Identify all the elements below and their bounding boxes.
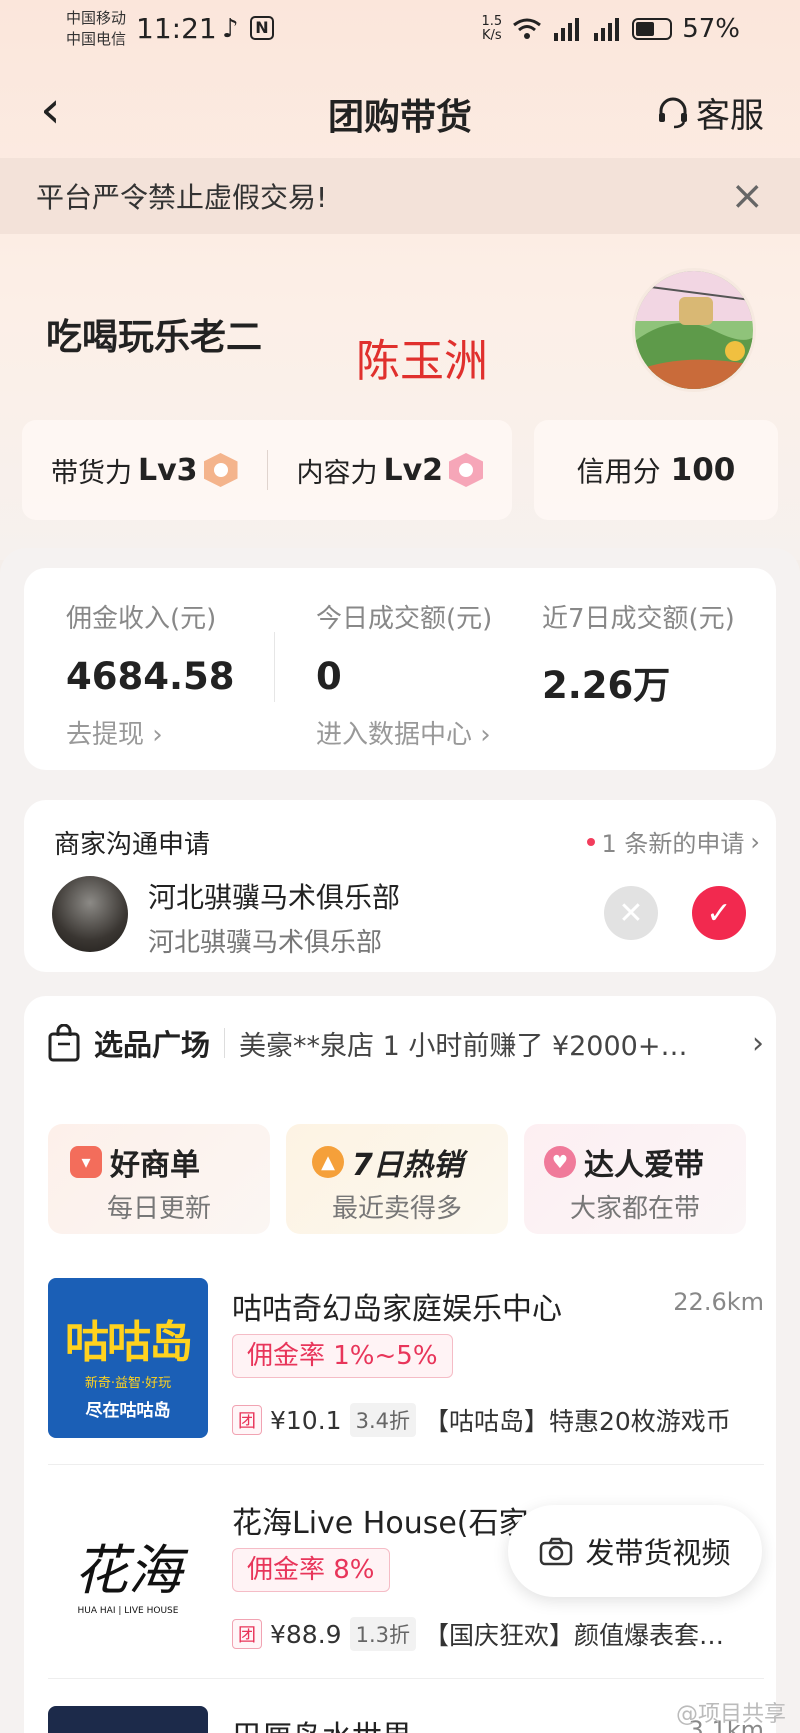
service-label: 客服 xyxy=(696,96,764,136)
divider xyxy=(48,1464,764,1465)
battery-percent: 57% xyxy=(682,14,740,44)
nfc-icon: N xyxy=(250,16,274,40)
product-deal: 团 ¥10.1 3.4折 【咕咕岛】特惠20枚游戏币 xyxy=(232,1402,731,1438)
withdraw-link[interactable]: 去提现 › xyxy=(66,714,235,751)
credit-label: 信用分 xyxy=(576,455,661,488)
notice-text: 平台严令禁止虚假交易! xyxy=(36,181,328,214)
deal-title: 【国庆狂欢】颜值爆表套… xyxy=(423,1621,724,1650)
earnings-ticker: 美豪**泉店 1 小时前赚了 ¥2000+… xyxy=(239,1030,688,1062)
commission-rate-badge: 佣金率 1%~5% xyxy=(232,1334,453,1378)
merchant-section-title: 商家沟通申请 xyxy=(54,830,211,860)
week-stat: 近7日成交额(元) 2.26万 xyxy=(542,604,735,707)
product-market-card: 选品广场 美豪**泉店 1 小时前赚了 ¥2000+… › ▾ 好商单 每日更新… xyxy=(24,996,776,1733)
market-header[interactable]: 选品广场 美豪**泉店 1 小时前赚了 ¥2000+… › xyxy=(48,1022,764,1064)
product-name: 咕咕奇幻岛家庭娱乐中心 xyxy=(232,1292,562,1327)
notice-bar: 平台严令禁止虚假交易! × xyxy=(0,158,800,234)
product-image: 咕咕岛 新奇·益智·好玩 尽在咕咕岛 xyxy=(48,1278,208,1438)
product-price: ¥10.1 xyxy=(270,1405,342,1435)
product-name: 巴厘岛水世界 xyxy=(232,1712,412,1733)
product-item[interactable]: 咕咕岛 新奇·益智·好玩 尽在咕咕岛 咕咕奇幻岛家庭娱乐中心 22.6km 佣金… xyxy=(48,1278,764,1448)
merchant-subtitle: 河北骐骥马术俱乐部 xyxy=(148,928,383,958)
chevron-right-icon: › xyxy=(750,827,760,856)
earnings-card: 佣金收入(元) 4684.58 去提现 › 今日成交额(元) 0 进入数据中心 … xyxy=(24,568,776,770)
shopping-bag-icon xyxy=(48,1024,80,1062)
tile-creator-favorites[interactable]: ♥ 达人爱带 大家都在带 xyxy=(524,1124,746,1234)
post-video-button[interactable]: 发带货视频 xyxy=(508,1505,762,1597)
credit-score-card[interactable]: 信用分 100 xyxy=(534,420,778,520)
overlay-name: 陈玉洲 xyxy=(356,336,488,387)
sales-level[interactable]: 带货力 Lv3 xyxy=(22,451,267,490)
tile-good-deals[interactable]: ▾ 好商单 每日更新 xyxy=(48,1124,270,1234)
product-distance: 22.6km xyxy=(673,1288,764,1316)
status-right: 1.5 K/s 57% xyxy=(482,14,740,44)
level-card: 带货力 Lv3 内容力 Lv2 xyxy=(22,420,512,520)
chevron-right-icon: › xyxy=(752,1025,764,1061)
tile-hot-sales[interactable]: ▲ 7日热销 最近卖得多 xyxy=(286,1124,508,1234)
headset-icon xyxy=(659,97,687,128)
net-speed: 1.5 K/s xyxy=(481,14,503,43)
discount-badge: 3.4折 xyxy=(349,1403,416,1437)
group-buy-tag: 团 xyxy=(232,1619,262,1649)
market-title: 选品广场 xyxy=(94,1028,211,1062)
product-deal: 团 ¥88.9 1.3折 【国庆狂欢】颜值爆表套… xyxy=(232,1616,724,1652)
merchant-name: 河北骐骥马术俱乐部 xyxy=(148,881,401,914)
check-icon: ✓ xyxy=(706,895,732,931)
merchant-avatar xyxy=(52,876,128,952)
flame-icon: ▲ xyxy=(312,1146,344,1178)
new-request-link[interactable]: 1 条新的申请 › xyxy=(587,824,760,859)
watermark: @项目共享 xyxy=(675,1702,786,1727)
carrier-info: 中国移动 中国电信 xyxy=(66,8,126,50)
credit-value: 100 xyxy=(670,452,736,488)
product-image: 花海 HUA HAI | LIVE HOUSE xyxy=(48,1492,208,1652)
commission-rate-badge: 佣金率 8% xyxy=(232,1548,390,1592)
post-video-label: 发带货视频 xyxy=(585,1536,731,1570)
content-badge-icon xyxy=(449,453,484,487)
discount-badge: 1.3折 xyxy=(349,1617,416,1651)
product-image xyxy=(48,1706,208,1733)
camera-icon xyxy=(540,1537,573,1566)
unread-dot xyxy=(587,837,596,846)
merchant-request-card: 商家沟通申请 1 条新的申请 › 河北骐骥马术俱乐部 河北骐骥马术俱乐部 ✕ ✓ xyxy=(24,800,776,972)
user-name: 吃喝玩乐老二 xyxy=(46,317,263,358)
product-price: ¥88.9 xyxy=(270,1619,342,1649)
close-icon[interactable]: × xyxy=(730,172,764,220)
deal-title: 【咕咕岛】特惠20枚游戏币 xyxy=(423,1407,731,1436)
product-item[interactable]: 巴厘岛水世界 3.1km xyxy=(48,1706,764,1733)
content-level[interactable]: 内容力 Lv2 xyxy=(268,451,513,490)
commission-stat: 佣金收入(元) 4684.58 去提现 › xyxy=(66,604,235,751)
close-icon: ✕ xyxy=(618,895,644,931)
carrier-1: 中国移动 xyxy=(66,9,127,27)
customer-service-button[interactable]: 客服 xyxy=(656,88,764,137)
accept-button[interactable]: ✓ xyxy=(692,886,746,940)
love-face-icon: ♥ xyxy=(544,1146,576,1178)
signal-icon xyxy=(554,18,580,41)
signal-icon xyxy=(594,18,620,41)
divider xyxy=(224,1028,226,1058)
data-center-link[interactable]: 进入数据中心 › xyxy=(316,714,492,751)
tiktok-icon: ♪ xyxy=(222,14,239,44)
divider xyxy=(48,1678,764,1679)
today-stat: 今日成交额(元) 0 进入数据中心 › xyxy=(316,604,493,751)
group-buy-tag: 团 xyxy=(232,1405,262,1435)
carrier-2: 中国电信 xyxy=(66,30,127,48)
status-time: 11:21 xyxy=(136,12,217,45)
avatar[interactable] xyxy=(632,268,756,392)
battery-icon xyxy=(632,18,673,40)
shop-bag-icon: ▾ xyxy=(70,1146,102,1178)
divider xyxy=(274,632,275,702)
reject-button[interactable]: ✕ xyxy=(604,886,658,940)
wifi-icon xyxy=(513,18,542,39)
sales-badge-icon xyxy=(203,453,238,487)
